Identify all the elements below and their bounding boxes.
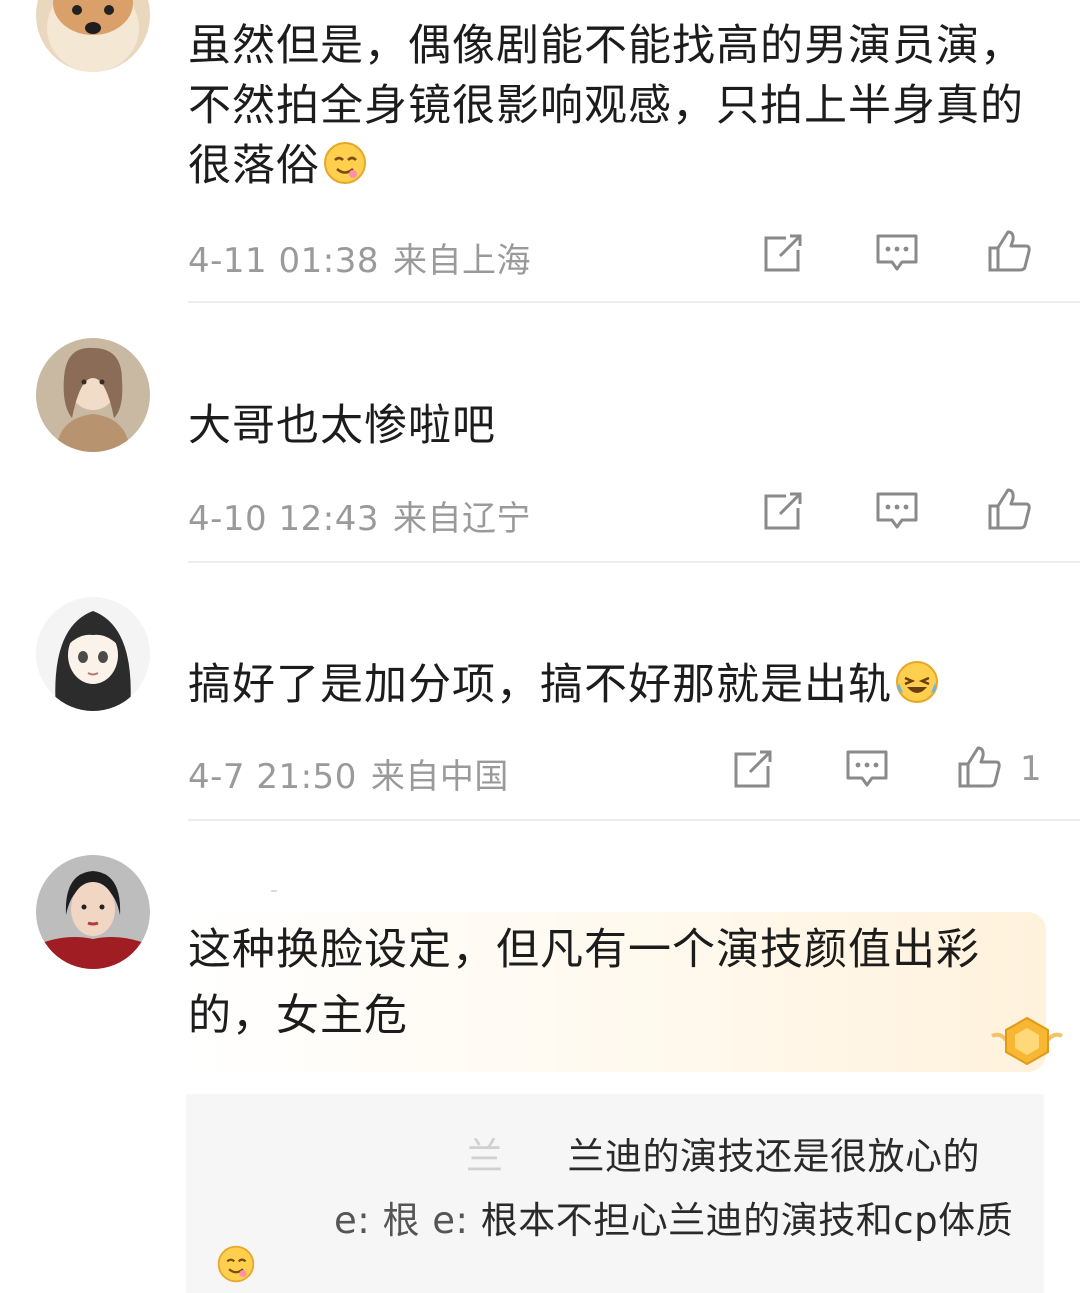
reply-item[interactable]: 兰 兰迪的演技还是很放心的	[466, 1126, 980, 1180]
comment-location: 来自中国	[370, 757, 509, 797]
comment-line: 的，女主危	[188, 991, 408, 1041]
reply-username[interactable]: 兰	[466, 1135, 504, 1178]
reply-username[interactable]: e: 根 e:	[334, 1199, 481, 1242]
share-icon[interactable]	[730, 746, 776, 792]
comment-item: 搞好了是加分项，搞不好那就是出轨 4-7 21:50 来自中国 1	[0, 0, 1080, 821]
comment-text: 这种换脸设定，但凡有一个演技颜值出彩 的，女主危	[188, 920, 1020, 1046]
avatar[interactable]	[36, 597, 150, 711]
avatar[interactable]	[36, 855, 150, 969]
drooling-face-emoji	[216, 1244, 256, 1284]
comment-line: 这种换脸设定，但凡有一个演技颜值出彩	[188, 925, 980, 975]
reply-item[interactable]: e: 根 e: 根本不担心兰迪的演技和cp体质	[216, 1190, 1013, 1244]
comment-time: 4-7 21:50	[188, 757, 357, 797]
reply-preview-box[interactable]: 兰 兰迪的演技还是很放心的 e: 根 e: 根本不担心兰迪的演技和cp体质	[186, 1094, 1044, 1293]
reply-text: 根本不担心兰迪的演技和cp体质	[480, 1199, 1014, 1242]
laughing-crying-emoji	[894, 659, 940, 705]
comment-meta: 4-7 21:50 来自中国	[188, 749, 509, 798]
like-count: 1	[1020, 749, 1042, 789]
comment-line-with-emoji: 搞好了是加分项，搞不好那就是出轨	[188, 655, 1040, 715]
divider	[188, 819, 1080, 821]
thumbs-up-icon[interactable]	[956, 744, 1002, 790]
username-blurred: -	[270, 878, 278, 903]
reply-text: 兰迪的演技还是很放心的	[567, 1135, 980, 1178]
comment-icon[interactable]	[844, 746, 890, 792]
comment-text: 搞好了是加分项，搞不好那就是出轨	[188, 655, 1040, 715]
